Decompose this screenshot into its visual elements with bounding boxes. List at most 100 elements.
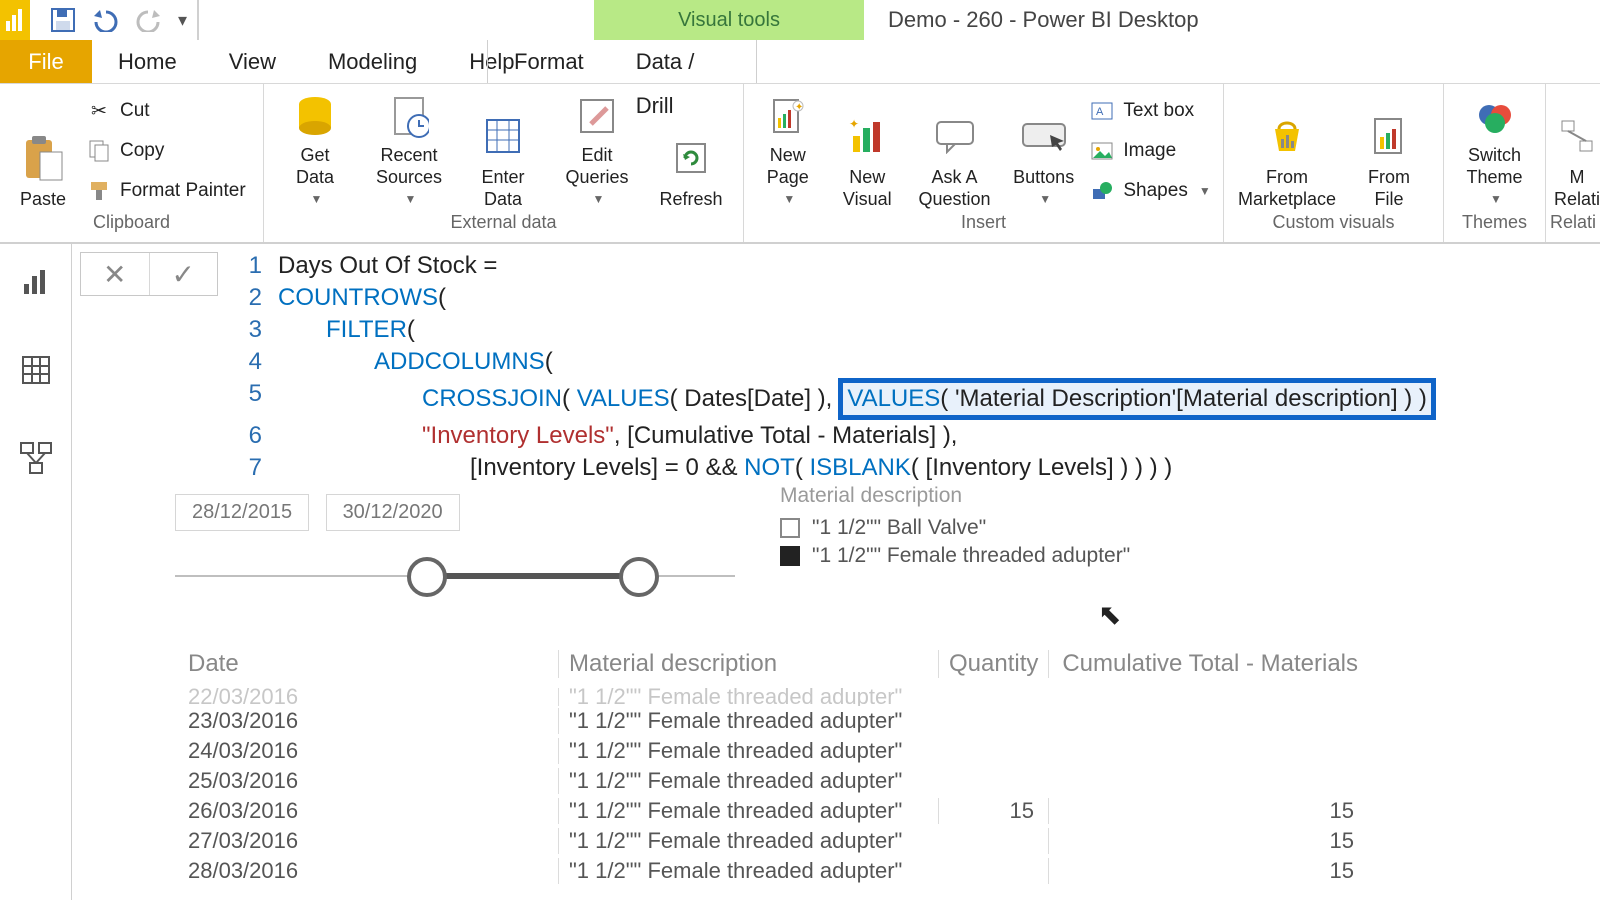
- manage-relationships-button[interactable]: M Relati: [1554, 92, 1600, 210]
- buttons-icon: [1020, 110, 1068, 162]
- format-painter-button[interactable]: Format Painter: [86, 175, 246, 207]
- date-slicer[interactable]: 28/12/2015 30/12/2020: [175, 494, 735, 611]
- new-page-icon: ✦: [768, 92, 808, 140]
- paste-icon: [22, 132, 64, 184]
- switch-theme-button[interactable]: Switch Theme▼: [1452, 92, 1537, 210]
- ask-question-button[interactable]: Ask A Question: [911, 92, 998, 210]
- ask-question-icon: [933, 110, 977, 162]
- copy-button[interactable]: Copy: [86, 135, 246, 167]
- format-painter-icon: [86, 180, 112, 202]
- tab-modeling[interactable]: Modeling: [302, 40, 443, 83]
- enter-data-button[interactable]: Enter Data: [460, 92, 546, 210]
- from-marketplace-button[interactable]: From Marketplace: [1232, 92, 1342, 210]
- edit-queries-icon: [577, 92, 617, 140]
- view-rail: [0, 244, 72, 900]
- tab-file[interactable]: File: [0, 40, 92, 83]
- group-label-themes: Themes: [1444, 212, 1545, 242]
- table-row[interactable]: 27/03/2016"1 1/2"" Female threaded adupt…: [188, 826, 1378, 856]
- group-label-relationships: Relati: [1546, 212, 1600, 242]
- tab-data-drill[interactable]: Data / Drill: [610, 40, 756, 83]
- image-icon: [1089, 142, 1115, 160]
- tab-format[interactable]: Format: [488, 40, 610, 83]
- formula-bar-controls: ✕ ✓: [80, 252, 218, 296]
- redo-icon[interactable]: [134, 8, 164, 32]
- material-option-2[interactable]: "1 1/2"" Female threaded adupter": [780, 544, 1130, 568]
- formula-editor[interactable]: 1Days Out Of Stock = 2COUNTROWS( 3FILTER…: [230, 244, 1600, 490]
- paste-button[interactable]: Paste: [8, 92, 78, 210]
- highlighted-expression: VALUES( 'Material Description'[Material …: [838, 378, 1436, 420]
- shapes-icon: [1089, 181, 1115, 201]
- buttons-button[interactable]: Buttons▼: [1006, 92, 1081, 210]
- table-row[interactable]: 25/03/2016"1 1/2"" Female threaded adupt…: [188, 766, 1378, 796]
- get-data-button[interactable]: Get Data▼: [272, 92, 358, 210]
- enter-data-icon: [483, 110, 523, 162]
- col-cumulative[interactable]: Cumulative Total - Materials: [1048, 650, 1368, 678]
- group-label-clipboard: Clipboard: [0, 212, 263, 242]
- material-slicer-header: Material description: [780, 484, 1130, 508]
- recent-sources-button[interactable]: Recent Sources▼: [366, 92, 452, 210]
- data-table[interactable]: Date Material description Quantity Cumul…: [188, 650, 1378, 886]
- document-title: Demo - 260 - Power BI Desktop: [864, 0, 1600, 40]
- date-to-input[interactable]: 30/12/2020: [326, 494, 460, 531]
- slider-thumb-start[interactable]: [407, 557, 447, 597]
- cursor-icon: ⬉: [1098, 598, 1121, 631]
- group-label-insert: Insert: [744, 212, 1223, 242]
- date-slider[interactable]: [175, 541, 735, 611]
- shapes-button[interactable]: Shapes▼: [1089, 175, 1215, 207]
- image-button[interactable]: Image: [1089, 135, 1215, 167]
- marketplace-icon: [1265, 110, 1309, 162]
- table-row[interactable]: 22/03/2016"1 1/2"" Female threaded adupt…: [188, 688, 1378, 706]
- cut-button[interactable]: ✂Cut: [86, 95, 246, 127]
- slider-thumb-end[interactable]: [619, 557, 659, 597]
- table-row[interactable]: 24/03/2016"1 1/2"" Female threaded adupt…: [188, 736, 1378, 766]
- material-slicer[interactable]: Material description "1 1/2"" Ball Valve…: [780, 484, 1130, 572]
- col-material[interactable]: Material description: [558, 650, 938, 678]
- text-box-button[interactable]: AText box: [1089, 95, 1215, 127]
- switch-theme-icon: [1475, 92, 1515, 140]
- ribbon: Paste ✂Cut Copy Format Painter Clipboard…: [0, 84, 1600, 244]
- svg-text:✦: ✦: [849, 117, 859, 131]
- date-from-input[interactable]: 28/12/2015: [175, 494, 309, 531]
- copy-icon: [86, 140, 112, 162]
- get-data-icon: [295, 92, 335, 140]
- formula-cancel-button[interactable]: ✕: [81, 253, 149, 295]
- new-page-button[interactable]: ✦New Page▼: [752, 92, 824, 210]
- table-header: Date Material description Quantity Cumul…: [188, 650, 1378, 688]
- ribbon-tabs: File Home View Modeling Help Format Data…: [0, 40, 1600, 84]
- from-file-button[interactable]: From File: [1350, 92, 1428, 210]
- edit-queries-button[interactable]: Edit Queries▼: [554, 92, 640, 210]
- refresh-button[interactable]: Refresh: [648, 92, 734, 210]
- checkbox-checked-icon: [780, 546, 800, 566]
- table-row[interactable]: 26/03/2016"1 1/2"" Female threaded adupt…: [188, 796, 1378, 826]
- app-icon: [0, 0, 30, 40]
- qat-dropdown-icon[interactable]: ▾: [178, 10, 187, 31]
- new-visual-icon: ✦: [847, 110, 887, 162]
- report-view-button[interactable]: [16, 262, 56, 302]
- new-visual-button[interactable]: ✦New Visual: [832, 92, 904, 210]
- recent-sources-icon: [389, 92, 429, 140]
- save-icon[interactable]: [50, 7, 76, 33]
- svg-text:✦: ✦: [795, 102, 803, 113]
- refresh-icon: [671, 132, 711, 184]
- material-option-1[interactable]: "1 1/2"" Ball Valve": [780, 516, 1130, 540]
- table-row[interactable]: 23/03/2016"1 1/2"" Female threaded adupt…: [188, 706, 1378, 736]
- text-box-icon: A: [1089, 102, 1115, 120]
- quick-access-toolbar: ▾: [30, 0, 199, 40]
- data-view-button[interactable]: [16, 350, 56, 390]
- group-label-external-data: External data: [264, 212, 743, 242]
- group-label-custom-visuals: Custom visuals: [1224, 212, 1443, 242]
- undo-icon[interactable]: [90, 8, 120, 32]
- col-date[interactable]: Date: [188, 650, 558, 678]
- col-quantity[interactable]: Quantity: [938, 650, 1048, 678]
- svg-text:A: A: [1096, 106, 1104, 118]
- tab-view[interactable]: View: [203, 40, 302, 83]
- table-row[interactable]: 28/03/2016"1 1/2"" Female threaded adupt…: [188, 856, 1378, 886]
- contextual-tab-label: Visual tools: [594, 0, 864, 40]
- from-file-icon: [1369, 110, 1409, 162]
- model-view-button[interactable]: [16, 438, 56, 478]
- tab-home[interactable]: Home: [92, 40, 203, 83]
- relationships-icon: [1560, 110, 1594, 162]
- cut-icon: ✂: [86, 100, 112, 123]
- formula-commit-button[interactable]: ✓: [149, 253, 218, 295]
- checkbox-icon: [780, 518, 800, 538]
